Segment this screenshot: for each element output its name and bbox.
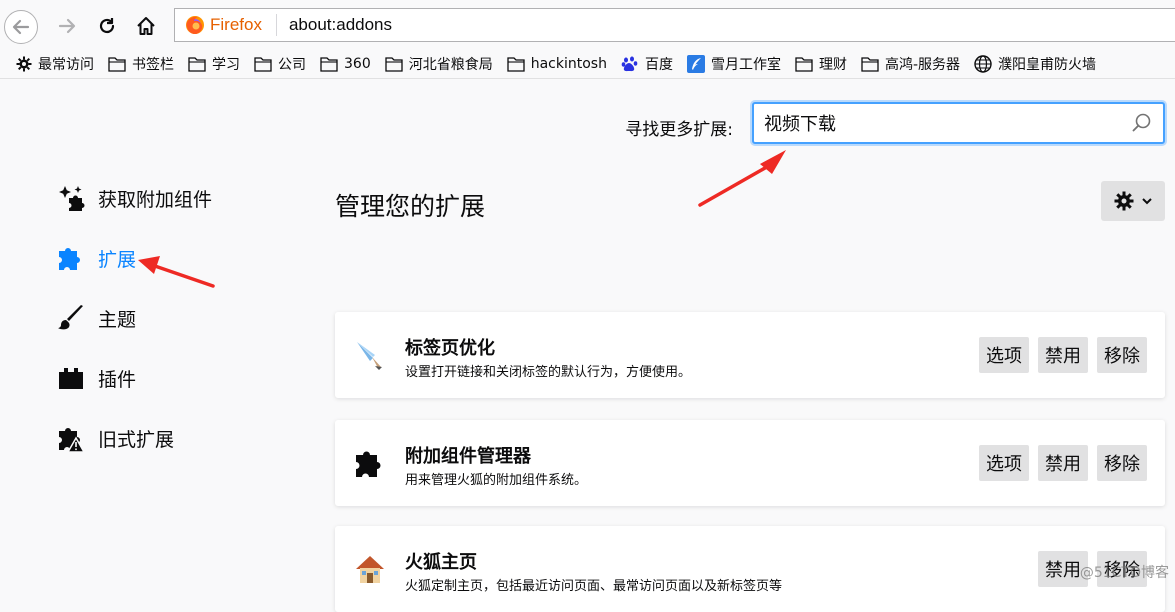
firefox-brand-label: Firefox [210, 15, 262, 34]
sidebar-item-label: 旧式扩展 [98, 428, 175, 451]
search-box[interactable] [752, 102, 1165, 144]
disable-button[interactable]: 禁用 [1038, 445, 1088, 481]
puzzle-icon [356, 451, 381, 477]
disable-button[interactable]: 禁用 [1038, 337, 1088, 373]
home-button[interactable] [129, 9, 163, 43]
url-separator [275, 14, 277, 36]
bookmark-label: 公司 [278, 57, 306, 73]
sidebar-item-get-addons[interactable]: 获取附加组件 [56, 181, 212, 215]
legacy-puzzle-icon [59, 428, 86, 453]
folder-icon [861, 56, 885, 72]
feather-icon [686, 55, 711, 73]
sidebar-item-themes[interactable]: 主题 [56, 301, 136, 335]
reload-button[interactable] [90, 9, 124, 43]
chevron-down-icon [1142, 198, 1152, 205]
options-button[interactable]: 选项 [979, 337, 1029, 373]
bookmark-label: 河北省粮食局 [408, 57, 493, 73]
bookmark-label: 高鸿-服务器 [884, 57, 961, 73]
extension-description: 用来管理火狐的附加组件系统。 [405, 473, 588, 488]
addons-page: 寻找更多扩展: 获取附加组件 扩展 主题 插件 [0, 79, 1175, 612]
extension-actions: 选项 禁用 移除 [979, 445, 1147, 481]
bookmark-item[interactable]: 濮阳皇甫防火墙 [974, 52, 1096, 76]
bookmark-label: 理财 [818, 57, 847, 73]
search-icon[interactable] [1131, 112, 1153, 134]
folder-icon [385, 56, 409, 72]
extension-card: 附加组件管理器 用来管理火狐的附加组件系统。 选项 禁用 移除 [335, 420, 1165, 506]
bookmark-item[interactable]: 高鸿-服务器 [861, 52, 960, 76]
tools-menu-button[interactable] [1101, 181, 1165, 221]
house-icon [356, 556, 384, 583]
url-text[interactable]: about:addons [289, 15, 392, 35]
bookmark-item[interactable]: 公司 [254, 52, 306, 76]
puzzle-icon [59, 248, 80, 270]
quill-icon [357, 342, 382, 370]
gear-icon [16, 56, 38, 72]
search-label: 寻找更多扩展: [625, 120, 733, 140]
home-icon [137, 17, 155, 35]
folder-icon [320, 56, 344, 72]
bookmark-label: 雪月工作室 [710, 57, 781, 73]
folder-icon [254, 56, 278, 72]
forward-button[interactable] [50, 9, 84, 43]
bookmark-label: hackintosh [530, 56, 607, 72]
folder-icon [108, 56, 132, 72]
gear-icon [1114, 191, 1134, 211]
search-input[interactable] [754, 112, 1131, 134]
bookmark-label: 学习 [212, 57, 240, 73]
bookmark-item[interactable]: 最常访问 [16, 52, 94, 76]
bookmark-item[interactable]: 书签栏 [108, 52, 174, 76]
globe-icon [974, 55, 998, 73]
remove-button[interactable]: 移除 [1097, 337, 1147, 373]
sidebar-item-plugins[interactable]: 插件 [56, 361, 136, 395]
bookmark-item[interactable]: 360 [320, 52, 371, 76]
browser-toolbar: Firefox about:addons [0, 0, 1175, 50]
extension-card: 标签页优化 设置打开链接和关闭标签的默认行为，方便使用。 选项 禁用 移除 [335, 312, 1165, 398]
firefox-logo-icon [186, 16, 204, 34]
bookmark-item[interactable]: hackintosh [507, 52, 607, 76]
folder-icon [507, 56, 531, 72]
brush-icon [58, 305, 83, 330]
options-button[interactable]: 选项 [979, 445, 1029, 481]
extension-actions: 选项 禁用 移除 [979, 337, 1147, 373]
folder-icon [188, 56, 212, 72]
bookmark-item[interactable]: 学习 [188, 52, 240, 76]
extension-description: 设置打开链接和关闭标签的默认行为，方便使用。 [405, 365, 692, 380]
watermark: @51CTO博客 [1079, 565, 1169, 581]
page-title: 管理您的扩展 [335, 192, 486, 221]
bookmark-item[interactable]: 河北省粮食局 [385, 52, 493, 76]
sidebar-item-label: 主题 [98, 308, 137, 331]
bookmark-item[interactable]: 雪月工作室 [686, 52, 781, 76]
forward-arrow-icon [58, 18, 76, 34]
extension-name: 附加组件管理器 [405, 446, 531, 467]
baidu-paw-icon [621, 56, 645, 72]
plugin-block-icon [59, 368, 83, 389]
sidebar-item-label: 获取附加组件 [98, 188, 213, 211]
back-arrow-icon [12, 19, 30, 35]
folder-icon [795, 56, 819, 72]
bookmark-label: 书签栏 [132, 57, 174, 73]
sidebar-item-label: 扩展 [98, 248, 137, 271]
reload-icon [99, 18, 115, 34]
bookmark-item[interactable]: 理财 [795, 52, 847, 76]
bookmarks-toolbar: 最常访问 书签栏 学习 公司 360 河北省粮食局 hackintosh 百度 雪月工作室 理财 高… [0, 50, 1175, 79]
bookmark-label: 最常访问 [38, 57, 94, 73]
sidebar-item-legacy-extensions[interactable]: 旧式扩展 [56, 421, 174, 455]
extension-description: 火狐定制主页，包括最近访问页面、最常访问页面以及新标签页等 [405, 579, 783, 594]
extension-card: 火狐主页 火狐定制主页，包括最近访问页面、最常访问页面以及新标签页等 禁用 移除 [335, 526, 1165, 612]
sidebar-item-label: 插件 [98, 368, 137, 391]
url-bar[interactable]: Firefox about:addons [174, 8, 1175, 42]
sparkle-puzzle-icon [59, 186, 85, 211]
extension-name: 火狐主页 [405, 552, 477, 573]
bookmark-label: 濮阳皇甫防火墙 [998, 57, 1097, 73]
bookmark-label: 百度 [644, 57, 673, 73]
bookmark-item[interactable]: 百度 [621, 52, 673, 76]
remove-button[interactable]: 移除 [1097, 445, 1147, 481]
extension-name: 标签页优化 [405, 338, 495, 359]
bookmark-label: 360 [344, 56, 371, 72]
back-button[interactable] [4, 10, 38, 44]
sidebar-item-extensions[interactable]: 扩展 [56, 241, 136, 275]
